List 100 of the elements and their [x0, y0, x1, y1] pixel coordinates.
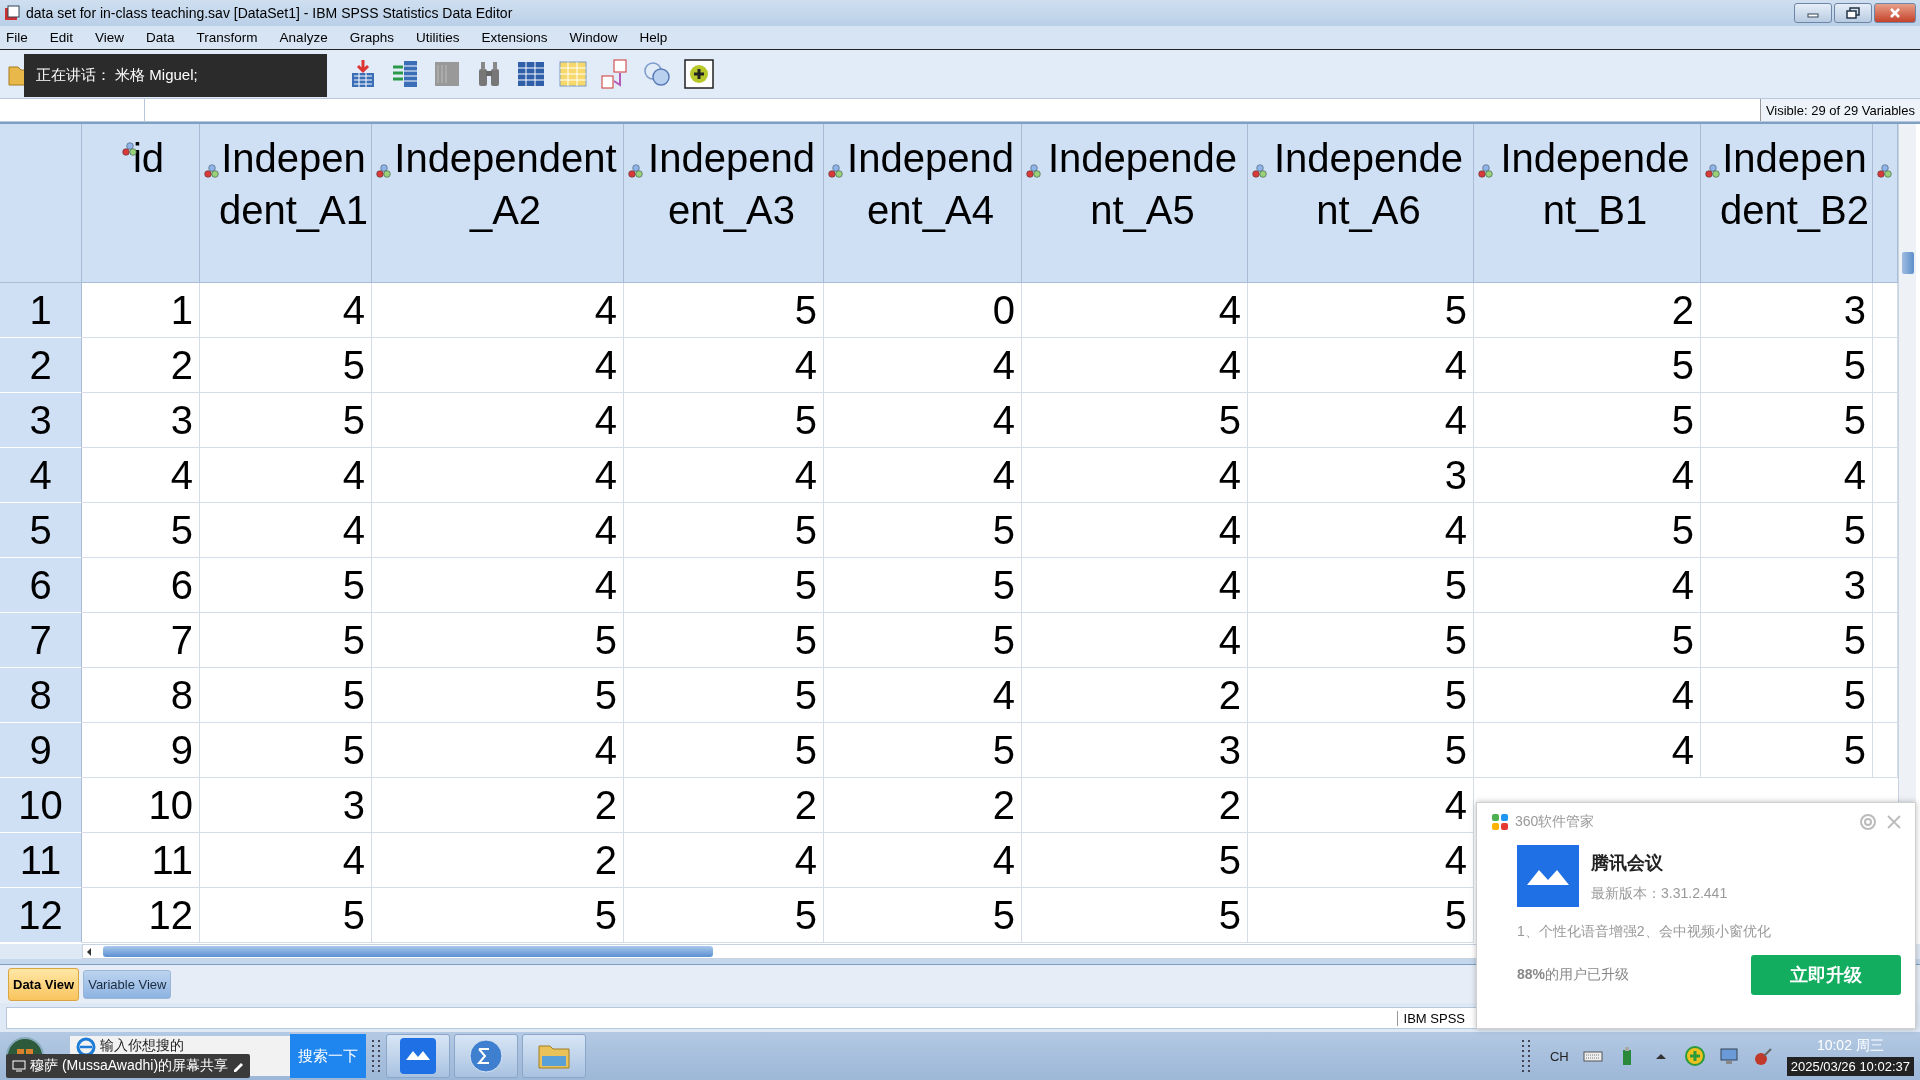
- app-name: 腾讯会议: [1591, 852, 1664, 875]
- table-cell: 3: [82, 393, 200, 448]
- table-cell: 8: [82, 668, 200, 723]
- table-cell: 7: [82, 613, 200, 668]
- table-cell: 5: [824, 613, 1022, 668]
- table-cell: 4: [200, 448, 372, 503]
- table-cell: 5: [624, 668, 824, 723]
- table-cell: 5: [1474, 393, 1701, 448]
- table-cell: 4: [372, 448, 624, 503]
- table-cell: 6: [82, 558, 200, 613]
- table-cell: 3: [1022, 723, 1248, 778]
- column-header-text: Independent_A2: [394, 136, 617, 232]
- table-cell: 5: [1022, 393, 1248, 448]
- table-cell: 11: [82, 833, 200, 888]
- table-cell: 5: [624, 283, 824, 338]
- table-cell: 4: [824, 338, 1022, 393]
- table-cell: 5: [1701, 613, 1873, 668]
- table-cell: 5: [200, 723, 372, 778]
- table-cell: 4: [372, 723, 624, 778]
- table-cell: 5: [82, 503, 200, 558]
- table-cell: 4: [372, 393, 624, 448]
- table-cell: 5: [1248, 283, 1474, 338]
- table-cell: 5: [372, 888, 624, 943]
- column-header-text: id: [132, 136, 165, 180]
- table-cell: 4: [82, 448, 200, 503]
- table-cell: 5: [1701, 668, 1873, 723]
- table-cell: 5: [824, 888, 1022, 943]
- column-header-text: Independent_A1: [219, 136, 368, 232]
- table-cell: 4: [1022, 503, 1248, 558]
- table-cell: 5: [200, 888, 372, 943]
- table-cell: 4: [1248, 778, 1474, 833]
- table-cell: 4: [1474, 558, 1701, 613]
- table-cell: 5: [1701, 338, 1873, 393]
- table-cell: 4: [1474, 723, 1701, 778]
- table-cell: 5: [1022, 888, 1248, 943]
- status-text: IBM SPSS: [1396, 1010, 1471, 1026]
- table-cell: 5: [1248, 723, 1474, 778]
- table-cell: 4: [1248, 393, 1474, 448]
- table-cell: 4: [824, 448, 1022, 503]
- table-cell: 0: [824, 283, 1022, 338]
- column-header-text: Independent_B2: [1720, 136, 1869, 232]
- table-cell: 4: [824, 833, 1022, 888]
- table-cell: 5: [1248, 558, 1474, 613]
- table-cell: 2: [372, 833, 624, 888]
- table-cell: 2: [1022, 668, 1248, 723]
- table-cell: 4: [372, 558, 624, 613]
- table-cell: 5: [1248, 668, 1474, 723]
- table-cell: 5: [1701, 393, 1873, 448]
- clock-tooltip: 2025/03/26 10:02:37: [1786, 1056, 1914, 1076]
- table-cell: 5: [624, 723, 824, 778]
- table-cell: 5: [824, 723, 1022, 778]
- notification-source: 360软件管家: [1515, 813, 1595, 831]
- table-cell: 9: [82, 723, 200, 778]
- table-cell: 2: [82, 338, 200, 393]
- table-cell: 5: [200, 338, 372, 393]
- table-cell: 4: [1701, 448, 1873, 503]
- table-cell: 4: [624, 448, 824, 503]
- table-cell: 4: [1474, 668, 1701, 723]
- table-cell: 4: [1022, 613, 1248, 668]
- table-cell: 4: [372, 283, 624, 338]
- release-notes: 1、个性化语音增强2、会中视频小窗优化: [1517, 923, 1772, 941]
- table-cell: 3: [200, 778, 372, 833]
- app-version: 最新版本：3.31.2.441: [1591, 885, 1728, 903]
- table-cell: 5: [624, 613, 824, 668]
- table-cell: 4: [1248, 503, 1474, 558]
- column-header-text: Independent_A6: [1273, 136, 1464, 232]
- table-cell: 4: [1248, 833, 1474, 888]
- table-cell: 5: [824, 503, 1022, 558]
- table-cell: 5: [1701, 723, 1873, 778]
- table-cell: 2: [1022, 778, 1248, 833]
- table-cell: 5: [1474, 503, 1701, 558]
- table-cell: 3: [1248, 448, 1474, 503]
- table-cell: 4: [200, 833, 372, 888]
- table-cell: 4: [1022, 448, 1248, 503]
- table-cell: 4: [1022, 558, 1248, 613]
- column-header-text: Independent_A3: [648, 136, 815, 232]
- window-title: data set for in-class teaching.sav [DataSet1] - IBM SPSS Statistics Data Editor: [26, 5, 513, 21]
- column-header-text: Independent_A4: [847, 136, 1014, 232]
- table-cell: 5: [624, 558, 824, 613]
- visible-count: Visible: 29 of 29 Variables: [1759, 99, 1920, 121]
- table-cell: 2: [624, 778, 824, 833]
- table-cell: 5: [624, 393, 824, 448]
- table-cell: 2: [372, 778, 624, 833]
- share-label: 穆萨 (MussaAwadhi)的屏幕共享: [30, 1057, 229, 1075]
- column-header-text: Independent_B1: [1500, 136, 1690, 232]
- table-cell: 5: [200, 393, 372, 448]
- table-cell: 4: [1248, 338, 1474, 393]
- table-cell: 5: [200, 558, 372, 613]
- table-cell: 5: [1474, 613, 1701, 668]
- table-cell: 5: [1022, 833, 1248, 888]
- table-cell: 3: [1701, 283, 1873, 338]
- table-cell: 2: [824, 778, 1022, 833]
- table-cell: 5: [1701, 503, 1873, 558]
- table-cell: 10: [82, 778, 200, 833]
- table-cell: 4: [624, 833, 824, 888]
- table-cell: 2: [1474, 283, 1701, 338]
- table-cell: 5: [624, 888, 824, 943]
- table-cell: 4: [372, 503, 624, 558]
- table-cell: 4: [200, 283, 372, 338]
- table-cell: 5: [1248, 613, 1474, 668]
